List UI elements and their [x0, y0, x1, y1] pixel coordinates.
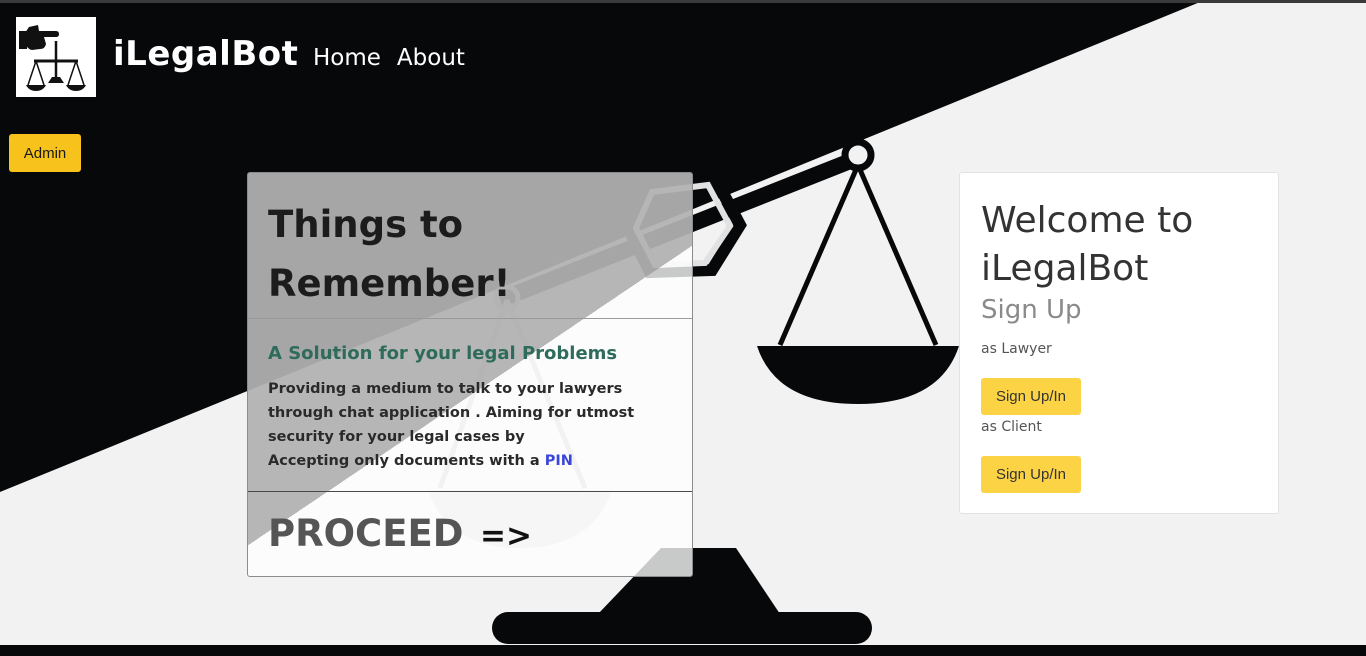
things-to-remember-card: Things to Remember! A Solution for your …	[247, 172, 693, 577]
card-header: Things to Remember!	[248, 173, 692, 319]
welcome-card: Welcome to iLegalBot Sign Up as Lawyer S…	[959, 172, 1279, 514]
card-footer: PROCEED =>	[248, 492, 692, 576]
welcome-title: Welcome to iLegalBot	[981, 200, 1194, 289]
card-title: Things to Remember!	[268, 203, 511, 305]
client-signup-button[interactable]: Sign Up/In	[981, 456, 1081, 493]
card-subtitle: A Solution for your legal Problems	[268, 343, 618, 364]
admin-button[interactable]: Admin	[9, 134, 81, 172]
as-lawyer-label: as Lawyer	[981, 341, 1052, 357]
nav-home-link[interactable]: Home	[313, 45, 381, 71]
nav-about-link[interactable]: About	[397, 45, 465, 71]
description-text: Providing a medium to talk to your lawye…	[268, 381, 635, 445]
signup-heading: Sign Up	[981, 295, 1082, 325]
card-description: Providing a medium to talk to your lawye…	[268, 377, 678, 473]
pin-highlight: PIN	[544, 453, 573, 469]
brand-name[interactable]: iLegalBot	[113, 34, 298, 74]
pointing-hand-scales-icon	[19, 25, 86, 91]
main-nav: Home About	[313, 45, 465, 71]
card-body: A Solution for your legal Problems Provi…	[248, 319, 692, 492]
top-border	[0, 0, 1366, 3]
description-text-2: Accepting only documents with a	[268, 453, 540, 469]
proceed-button[interactable]: PROCEED	[268, 512, 463, 555]
logo[interactable]	[16, 17, 96, 97]
proceed-arrow[interactable]: =>	[480, 518, 532, 554]
lawyer-signup-button[interactable]: Sign Up/In	[981, 378, 1081, 415]
as-client-label: as Client	[981, 419, 1042, 435]
